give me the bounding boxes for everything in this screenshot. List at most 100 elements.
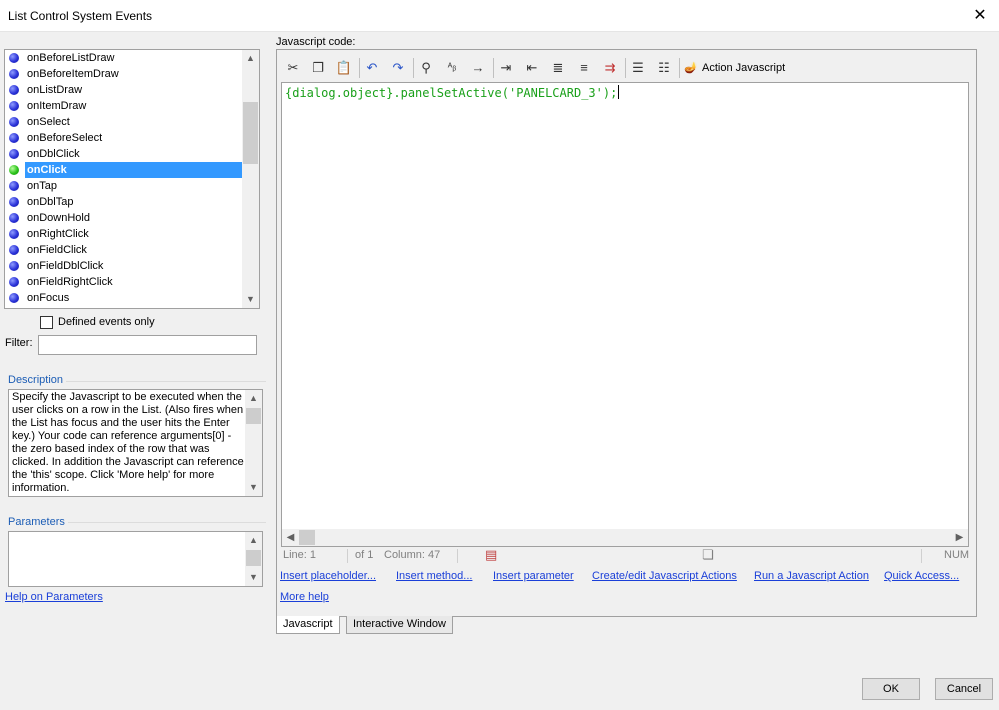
more-help-link[interactable]: More help — [280, 591, 329, 603]
event-undefined-icon — [9, 117, 19, 127]
parameters-title: Parameters — [8, 516, 68, 528]
event-item-label: onClick — [25, 162, 243, 178]
run-action-link[interactable]: Run a Javascript Action — [754, 570, 869, 582]
code-editor[interactable]: {dialog.object}.panelSetActive('PANELCAR… — [281, 82, 969, 547]
description-scrollbar[interactable]: ▲ ▼ — [245, 390, 262, 496]
title-bar: List Control System Events ✕ — [0, 0, 999, 32]
status-of: of 1 — [355, 549, 374, 561]
scroll-up-icon[interactable]: ▲ — [245, 390, 262, 407]
scroll-down-icon[interactable]: ▼ — [242, 291, 259, 308]
event-item[interactable]: onFieldDblClick — [5, 258, 243, 274]
text-caret — [618, 85, 620, 99]
scroll-down-icon[interactable]: ▼ — [245, 569, 262, 586]
toolbar-separator — [359, 58, 360, 78]
event-item[interactable]: onFocus — [5, 290, 243, 306]
toolbar-separator — [413, 58, 414, 78]
scroll-right-icon[interactable]: ▶ — [951, 529, 968, 546]
event-item[interactable]: onDownHold — [5, 210, 243, 226]
event-undefined-icon — [9, 197, 19, 207]
event-item[interactable]: onBeforeListDraw — [5, 50, 243, 66]
document-icon: ❏ — [702, 547, 714, 562]
close-icon[interactable]: ✕ — [969, 5, 991, 27]
ok-label: OK — [883, 683, 899, 695]
event-item-label: onDblTap — [27, 196, 74, 208]
event-item[interactable]: onDblClick — [5, 146, 243, 162]
defined-events-checkbox[interactable] — [40, 316, 53, 329]
goto-icon[interactable]: → — [467, 57, 489, 79]
find-icon[interactable]: ⚲ — [415, 57, 437, 79]
tab-javascript[interactable]: Javascript — [276, 616, 340, 634]
scroll-thumb[interactable] — [246, 408, 261, 424]
event-item[interactable]: onTap — [5, 178, 243, 194]
event-item-label: onFieldRightClick — [27, 276, 113, 288]
scroll-thumb[interactable] — [243, 102, 258, 164]
event-item[interactable]: onFieldClick — [5, 242, 243, 258]
description-title: Description — [8, 374, 67, 386]
insert-placeholder-link[interactable]: Insert placeholder... — [280, 570, 376, 582]
status-separator — [921, 549, 922, 563]
event-items: onBeforeListDraw onBeforeItemDraw onListDr… — [5, 50, 243, 306]
event-item[interactable]: onSelect — [5, 114, 243, 130]
scroll-up-icon[interactable]: ▲ — [242, 50, 259, 67]
event-item[interactable]: onDblTap — [5, 194, 243, 210]
quick-access-link[interactable]: Quick Access... — [884, 570, 959, 582]
bookmark-icon[interactable]: ⇉ — [599, 57, 621, 79]
parameters-box[interactable]: ▲ ▼ — [8, 531, 263, 587]
insert-parameter-link[interactable]: Insert parameter — [493, 570, 574, 582]
description-text: Specify the Javascript to be executed wh… — [12, 391, 244, 494]
scroll-down-icon[interactable]: ▼ — [245, 479, 262, 496]
tab-interactive-window[interactable]: Interactive Window — [346, 616, 453, 634]
replace-icon[interactable]: ᴬᵦ — [441, 57, 463, 79]
event-item-label: onItemDraw — [27, 100, 87, 112]
event-item[interactable]: onBeforeSelect — [5, 130, 243, 146]
event-item-label: onDownHold — [27, 212, 90, 224]
align-right-icon[interactable]: ≡ — [573, 57, 595, 79]
event-item-label: onSelect — [27, 116, 70, 128]
editor-statusbar: Line: 1 of 1 Column: 47 ▤ ❏ NUM — [281, 547, 969, 564]
event-undefined-icon — [9, 101, 19, 111]
status-column: Column: 47 — [384, 549, 441, 561]
help-on-parameters-link[interactable]: Help on Parameters — [5, 591, 103, 603]
uncomment-icon[interactable]: ☷ — [653, 57, 675, 79]
description-box: Specify the Javascript to be executed wh… — [8, 389, 263, 497]
parameters-scrollbar[interactable]: ▲ ▼ — [245, 532, 262, 586]
code-hscrollbar[interactable]: ◀ ▶ — [282, 529, 968, 546]
code-line: {dialog.object}.panelSetActive('PANELCAR… — [285, 85, 620, 100]
status-num: NUM — [944, 549, 970, 561]
filter-input[interactable] — [38, 335, 257, 355]
event-item[interactable]: onItemDraw — [5, 98, 243, 114]
scroll-up-icon[interactable]: ▲ — [245, 532, 262, 549]
event-item[interactable]: onBeforeItemDraw — [5, 66, 243, 82]
cancel-button[interactable]: Cancel — [935, 678, 993, 700]
status-line: Line: 1 — [283, 549, 317, 561]
scroll-left-icon[interactable]: ◀ — [282, 529, 299, 546]
comment-icon[interactable]: ☰ — [627, 57, 649, 79]
paste-icon[interactable]: 📋 — [333, 57, 355, 79]
event-list[interactable]: onBeforeListDraw onBeforeItemDraw onListDr… — [4, 49, 260, 309]
toolbar-separator — [625, 58, 626, 78]
book-icon: ▤ — [485, 547, 498, 562]
scroll-thumb[interactable] — [299, 530, 315, 545]
event-list-scrollbar[interactable]: ▲ ▼ — [242, 50, 259, 308]
toolbar-separator — [493, 58, 494, 78]
event-item[interactable]: onListDraw — [5, 82, 243, 98]
cut-icon[interactable]: ✂ — [282, 57, 304, 79]
ok-button[interactable]: OK — [862, 678, 920, 700]
event-item[interactable]: onRightClick — [5, 226, 243, 242]
event-item-label: onRightClick — [27, 228, 89, 240]
event-item-label: onBeforeItemDraw — [27, 68, 119, 80]
scroll-thumb[interactable] — [246, 550, 261, 566]
redo-icon[interactable]: ↷ — [387, 57, 409, 79]
defined-events-label: Defined events only — [58, 316, 155, 328]
format-icon[interactable]: ≣ — [547, 57, 569, 79]
insert-method-link[interactable]: Insert method... — [396, 570, 472, 582]
action-javascript-button[interactable]: 🪔 Action Javascript — [684, 57, 785, 79]
undo-icon[interactable]: ↶ — [361, 57, 383, 79]
indent-icon[interactable]: ⇥ — [495, 57, 517, 79]
create-edit-actions-link[interactable]: Create/edit Javascript Actions — [592, 570, 737, 582]
event-item[interactable]: onFieldRightClick — [5, 274, 243, 290]
event-item-label: onTap — [27, 180, 57, 192]
copy-icon[interactable]: ❐ — [307, 57, 329, 79]
outdent-icon[interactable]: ⇤ — [521, 57, 543, 79]
event-item[interactable]: onClick — [5, 162, 243, 178]
